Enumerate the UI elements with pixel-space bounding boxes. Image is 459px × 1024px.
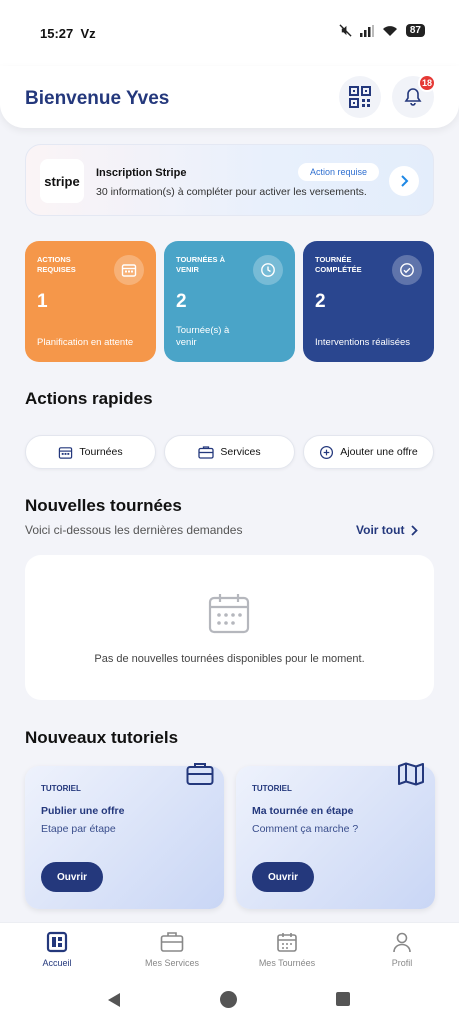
stripe-logo: stripe bbox=[40, 159, 84, 203]
map-icon bbox=[398, 762, 424, 786]
briefcase-icon bbox=[186, 763, 214, 785]
quick-action-tours-button[interactable]: Tournées bbox=[25, 435, 156, 469]
calendar-icon bbox=[208, 594, 250, 634]
bell-icon bbox=[404, 88, 422, 106]
stripe-onboarding-banner[interactable]: stripe Inscription Stripe 30 information… bbox=[25, 144, 434, 216]
stat-label: Tournée complétée bbox=[315, 255, 362, 274]
stat-card-upcoming-tours[interactable]: Tournées à venir 2 Tournée(s) à venir bbox=[164, 241, 295, 362]
stat-label: Actions requises bbox=[37, 255, 76, 274]
tutorial-tag: TUTORIEL bbox=[41, 784, 81, 793]
status-time: 15:27 Vz bbox=[40, 26, 96, 41]
wifi-icon bbox=[382, 25, 397, 36]
briefcase-icon bbox=[160, 932, 184, 952]
check-circle-icon bbox=[392, 255, 422, 285]
calendar-icon bbox=[59, 446, 73, 459]
stat-subtitle: Planification en attente bbox=[37, 337, 134, 348]
back-icon[interactable] bbox=[106, 992, 122, 1008]
stat-subtitle: Interventions réalisées bbox=[315, 337, 411, 348]
tutorial-description: Comment ça marche ? bbox=[252, 823, 359, 835]
tutorial-description: Etape par étape bbox=[41, 823, 116, 835]
chevron-right-icon bbox=[411, 524, 419, 536]
stat-card-actions-required[interactable]: Actions requises 1 Planification en atte… bbox=[25, 241, 156, 362]
quick-action-label: Services bbox=[220, 446, 261, 458]
quick-action-services-button[interactable]: Services bbox=[164, 435, 295, 469]
see-all-link[interactable]: Voir tout bbox=[356, 523, 419, 537]
clock-icon bbox=[253, 255, 283, 285]
qr-code-icon bbox=[349, 86, 371, 108]
home-button[interactable] bbox=[220, 991, 237, 1008]
carrier-label: Vz bbox=[80, 26, 96, 41]
stripe-open-button[interactable] bbox=[389, 166, 419, 196]
plus-circle-icon bbox=[320, 445, 334, 459]
briefcase-icon bbox=[198, 446, 215, 459]
tutorial-open-button[interactable]: Ouvrir bbox=[41, 862, 103, 892]
quick-actions-title: Actions rapides bbox=[25, 389, 153, 408]
dashboard-icon bbox=[46, 931, 68, 953]
chevron-right-icon bbox=[401, 175, 409, 187]
stat-card-completed-tours[interactable]: Tournée complétée 2 Interventions réalis… bbox=[303, 241, 434, 362]
status-bar: 15:27 Vz 87 bbox=[0, 0, 459, 66]
tutorial-card-tour-steps[interactable]: TUTORIEL Ma tournée en étape Comment ça … bbox=[236, 762, 435, 909]
stripe-title: Inscription Stripe bbox=[96, 167, 187, 179]
tutorial-tag: TUTORIEL bbox=[252, 784, 292, 793]
nav-label: Profil bbox=[391, 958, 413, 968]
recent-apps-button[interactable] bbox=[336, 992, 350, 1006]
nav-label: Mes Services bbox=[144, 958, 199, 968]
new-tours-title: Nouvelles tournées bbox=[25, 496, 182, 515]
tutorial-card-publish-offer[interactable]: TUTORIEL Publier une offre Etape par éta… bbox=[25, 763, 224, 909]
notifications-button[interactable]: 18 bbox=[392, 74, 436, 118]
bottom-navigation: Accueil Mes Services Mes Tournées Profil bbox=[0, 922, 459, 982]
nav-label: Mes Tournées bbox=[258, 958, 316, 968]
action-required-badge: Action requise bbox=[298, 163, 380, 181]
mute-icon bbox=[339, 24, 352, 37]
new-tours-subtitle: Voici ci-dessous les dernières demandes bbox=[25, 523, 243, 537]
nav-item-profile[interactable]: Profil bbox=[357, 931, 447, 968]
empty-state-text: Pas de nouvelles tournées disponibles po… bbox=[94, 653, 365, 665]
stat-value: 1 bbox=[37, 291, 48, 312]
qr-code-button[interactable] bbox=[339, 76, 381, 118]
new-tours-empty-state: Pas de nouvelles tournées disponibles po… bbox=[25, 555, 434, 700]
tutorials-title: Nouveaux tutoriels bbox=[25, 728, 179, 747]
stat-value: 2 bbox=[315, 291, 326, 312]
greeting-title: Bienvenue Yves bbox=[25, 88, 170, 109]
status-icons: 87 bbox=[339, 24, 425, 37]
tutorial-open-button[interactable]: Ouvrir bbox=[252, 862, 314, 892]
stat-value: 2 bbox=[176, 291, 187, 312]
tutorial-title: Publier une offre bbox=[41, 805, 125, 817]
signal-icon bbox=[359, 24, 374, 37]
nav-item-home[interactable]: Accueil bbox=[12, 931, 102, 968]
quick-action-label: Tournées bbox=[79, 446, 123, 458]
nav-label: Accueil bbox=[42, 958, 72, 968]
app-header: Bienvenue Yves 18 bbox=[0, 66, 459, 128]
stripe-description: 30 information(s) à compléter pour activ… bbox=[96, 186, 367, 198]
calendar-icon bbox=[277, 933, 297, 952]
nav-item-my-services[interactable]: Mes Services bbox=[127, 931, 217, 968]
calendar-icon bbox=[114, 255, 144, 285]
user-icon bbox=[393, 932, 411, 953]
quick-action-add-offer-button[interactable]: Ajouter une offre bbox=[303, 435, 434, 469]
tutorial-title: Ma tournée en étape bbox=[252, 805, 354, 817]
nav-item-my-tours[interactable]: Mes Tournées bbox=[242, 931, 332, 968]
stat-subtitle: Tournée(s) à venir bbox=[176, 325, 230, 348]
battery-indicator: 87 bbox=[405, 24, 425, 37]
quick-action-label: Ajouter une offre bbox=[340, 446, 418, 458]
system-navigation-bar bbox=[0, 982, 459, 1024]
stat-label: Tournées à venir bbox=[176, 255, 226, 274]
notification-count-badge: 18 bbox=[418, 74, 436, 92]
